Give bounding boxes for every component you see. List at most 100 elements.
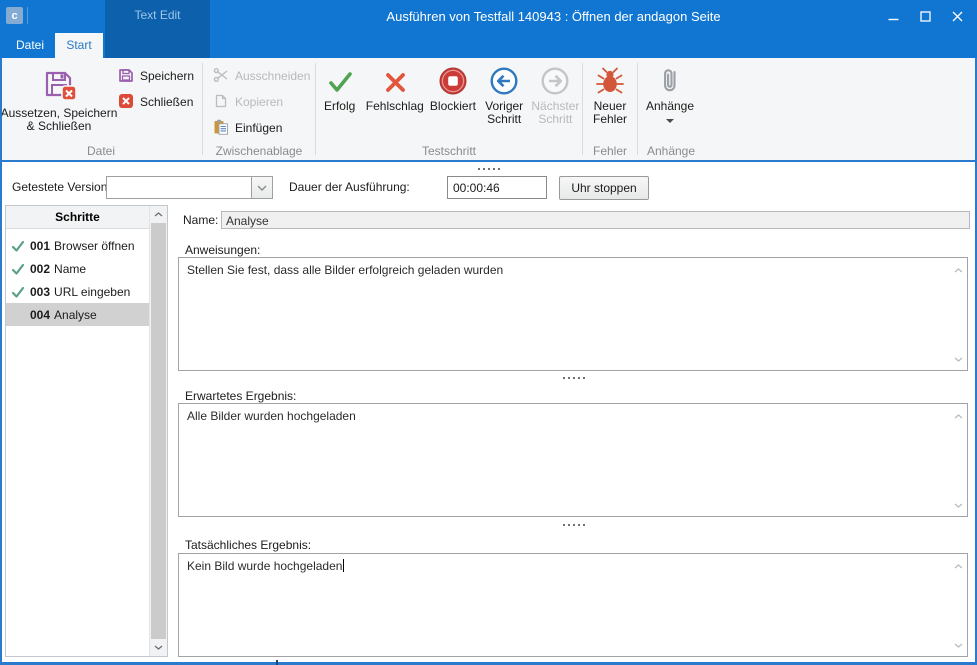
app-icon[interactable]: c	[6, 7, 23, 24]
cut-button[interactable]: Ausschneiden	[213, 68, 315, 84]
close-red-icon	[118, 93, 134, 112]
tested-version-label: Getestete Version:	[12, 176, 111, 199]
content-area: Getestete Version: Dauer der Ausführung:…	[2, 162, 975, 662]
step-passed-check-icon	[6, 285, 30, 299]
tested-version-value	[107, 177, 251, 198]
expected-result-label: Erwartetes Ergebnis:	[185, 389, 296, 403]
step-item-002[interactable]: 002 Name	[6, 257, 149, 280]
paste-label: Einfügen	[235, 121, 282, 135]
step-label: Browser öffnen	[54, 239, 135, 253]
group-label-zwischenablage: Zwischenablage	[203, 144, 315, 158]
maximize-button[interactable]	[909, 0, 941, 33]
window-border-left	[0, 58, 2, 665]
group-label-anhaenge: Anhänge	[638, 144, 704, 158]
instructions-textarea[interactable]: Stellen Sie fest, dass alle Bilder erfol…	[178, 257, 968, 371]
actual-result-textarea[interactable]: Kein Bild wurde hochgeladen	[178, 553, 968, 657]
check-icon	[324, 65, 356, 97]
ribbon-group-zwischenablage: Ausschneiden Kopieren	[203, 58, 315, 160]
group-label-fehler: Fehler	[583, 144, 637, 158]
tab-datei[interactable]: Datei	[5, 33, 55, 58]
new-defect-label: Neuer Fehler	[593, 100, 627, 126]
textarea-scroll-down-icon[interactable]	[954, 497, 963, 512]
chevron-down-icon	[257, 185, 267, 191]
attachments-dropdown-caret[interactable]	[666, 119, 674, 123]
name-field[interactable]: Analyse	[221, 211, 970, 229]
ribbon-group-anhaenge: Anhänge Anhänge	[638, 58, 704, 160]
step-number: 003	[30, 285, 50, 299]
actual-result-label: Tatsächliches Ergebnis:	[185, 538, 311, 552]
instructions-label: Anweisungen:	[185, 243, 260, 257]
group-label-datei: Datei	[0, 144, 202, 158]
tested-version-combobox[interactable]	[106, 176, 273, 199]
splitter-grip[interactable]	[177, 376, 970, 380]
copy-button[interactable]: Kopieren	[213, 94, 315, 110]
step-item-004[interactable]: 004 Analyse	[6, 303, 149, 326]
duration-input[interactable]	[447, 176, 547, 199]
contextual-tab-label: Text Edit	[105, 8, 210, 22]
step-number: 001	[30, 239, 50, 253]
steps-scrollbar[interactable]	[149, 206, 167, 656]
contextual-tab-group: Text Edit	[105, 0, 210, 58]
step-item-003[interactable]: 003 URL eingeben	[6, 280, 149, 303]
copy-icon	[213, 93, 229, 112]
paperclip-icon	[654, 65, 686, 97]
save-label: Speichern	[140, 69, 194, 83]
step-passed-check-icon	[6, 239, 30, 253]
success-label: Erfolg	[324, 100, 355, 113]
step-label: URL eingeben	[54, 285, 130, 299]
step-form: Name: Analyse Anweisungen: Stellen Sie f…	[177, 205, 970, 660]
close-testcase-button[interactable]: Schließen	[118, 94, 194, 110]
save-close-icon	[41, 91, 77, 105]
stop-clock-button[interactable]: Uhr stoppen	[559, 176, 649, 200]
ribbon: Aussetzen, Speichern & Schließen Speiche…	[0, 58, 977, 162]
suspend-save-close-label: Aussetzen, Speichern & Schließen	[0, 107, 118, 133]
scroll-down-arrow[interactable]	[150, 639, 167, 656]
arrow-right-circle-icon	[539, 65, 571, 97]
clipboard-icon	[213, 119, 229, 138]
arrow-left-circle-icon	[488, 65, 520, 97]
x-icon	[379, 65, 411, 97]
textarea-scroll-up-icon[interactable]	[954, 262, 963, 277]
instructions-text: Stellen Sie fest, dass alle Bilder erfol…	[187, 263, 503, 277]
ribbon-group-testschritt: Erfolg Fehlschlag Blockiert	[316, 58, 582, 160]
scrollbar-thumb[interactable]	[151, 223, 166, 639]
window-title: Ausführen von Testfall 140943 : Öffnen d…	[250, 0, 857, 33]
steps-header: Schritte	[6, 206, 149, 229]
duration-label: Dauer der Ausführung:	[289, 176, 410, 199]
close-button[interactable]	[941, 0, 973, 33]
scroll-up-arrow[interactable]	[150, 206, 167, 223]
textarea-scroll-up-icon[interactable]	[954, 558, 963, 573]
textarea-scroll-up-icon[interactable]	[954, 408, 963, 423]
combobox-dropdown-button[interactable]	[251, 177, 272, 198]
minimize-button[interactable]	[877, 0, 909, 33]
save-icon	[118, 67, 134, 86]
app-window: Text Edit c Ausführen von Testfall 14094…	[0, 0, 977, 665]
save-button[interactable]: Speichern	[118, 68, 194, 84]
window-controls	[877, 0, 973, 33]
next-step-label: Nächster Schritt	[531, 100, 579, 126]
splitter-grip[interactable]	[177, 523, 970, 527]
previous-step-label: Voriger Schritt	[485, 100, 523, 126]
quick-access-separator	[27, 7, 28, 24]
scissors-icon	[213, 67, 229, 86]
step-label: Name	[54, 262, 86, 276]
textarea-scroll-down-icon[interactable]	[954, 351, 963, 366]
close-label: Schließen	[140, 95, 193, 109]
attachments-label: Anhänge	[646, 100, 694, 113]
expected-result-textarea[interactable]: Alle Bilder wurden hochgeladen	[178, 403, 968, 517]
paste-button[interactable]: Einfügen	[213, 120, 315, 136]
steps-list: 001 Browser öffnen 002 Name	[6, 229, 149, 326]
tab-start[interactable]: Start	[55, 33, 103, 58]
splitter-grip[interactable]	[2, 167, 975, 171]
ribbon-group-datei: Aussetzen, Speichern & Schließen Speiche…	[0, 58, 202, 160]
textarea-scroll-down-icon[interactable]	[954, 637, 963, 652]
step-item-001[interactable]: 001 Browser öffnen	[6, 234, 149, 257]
expected-result-text: Alle Bilder wurden hochgeladen	[187, 409, 356, 423]
step-number: 004	[30, 308, 50, 322]
step-passed-check-icon	[6, 262, 30, 276]
group-label-testschritt: Testschritt	[316, 144, 582, 158]
step-label: Analyse	[54, 308, 97, 322]
copy-label: Kopieren	[235, 95, 283, 109]
name-label: Name:	[177, 213, 221, 227]
failure-label: Fehlschlag	[366, 100, 424, 113]
